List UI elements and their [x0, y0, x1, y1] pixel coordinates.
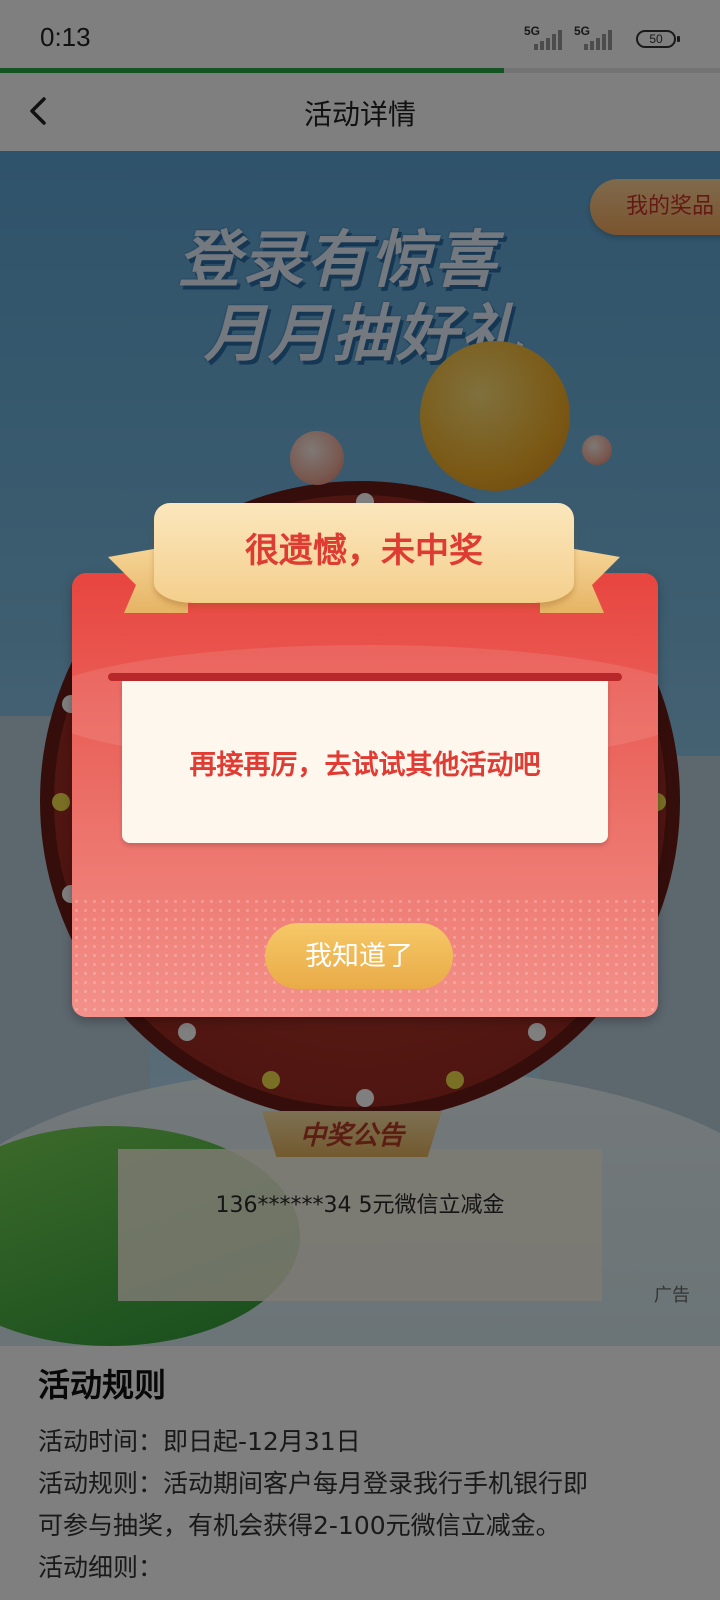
dialog-ribbon: 很遗憾，未中奖: [108, 503, 620, 633]
ok-button[interactable]: 我知道了: [265, 923, 453, 989]
dialog-title: 很遗憾，未中奖: [245, 531, 483, 571]
page: 0:13 5G 5G 50 活动详情: [0, 0, 720, 1600]
dialog-message-card: 再接再厉，去试试其他活动吧: [122, 681, 608, 843]
ribbon-banner: 很遗憾，未中奖: [154, 503, 574, 603]
dialog-message: 再接再厉，去试试其他活动吧: [189, 750, 541, 781]
dialog-card-slot: [108, 673, 622, 681]
result-dialog: 再接再厉，去试试其他活动吧 我知道了: [72, 573, 658, 1017]
